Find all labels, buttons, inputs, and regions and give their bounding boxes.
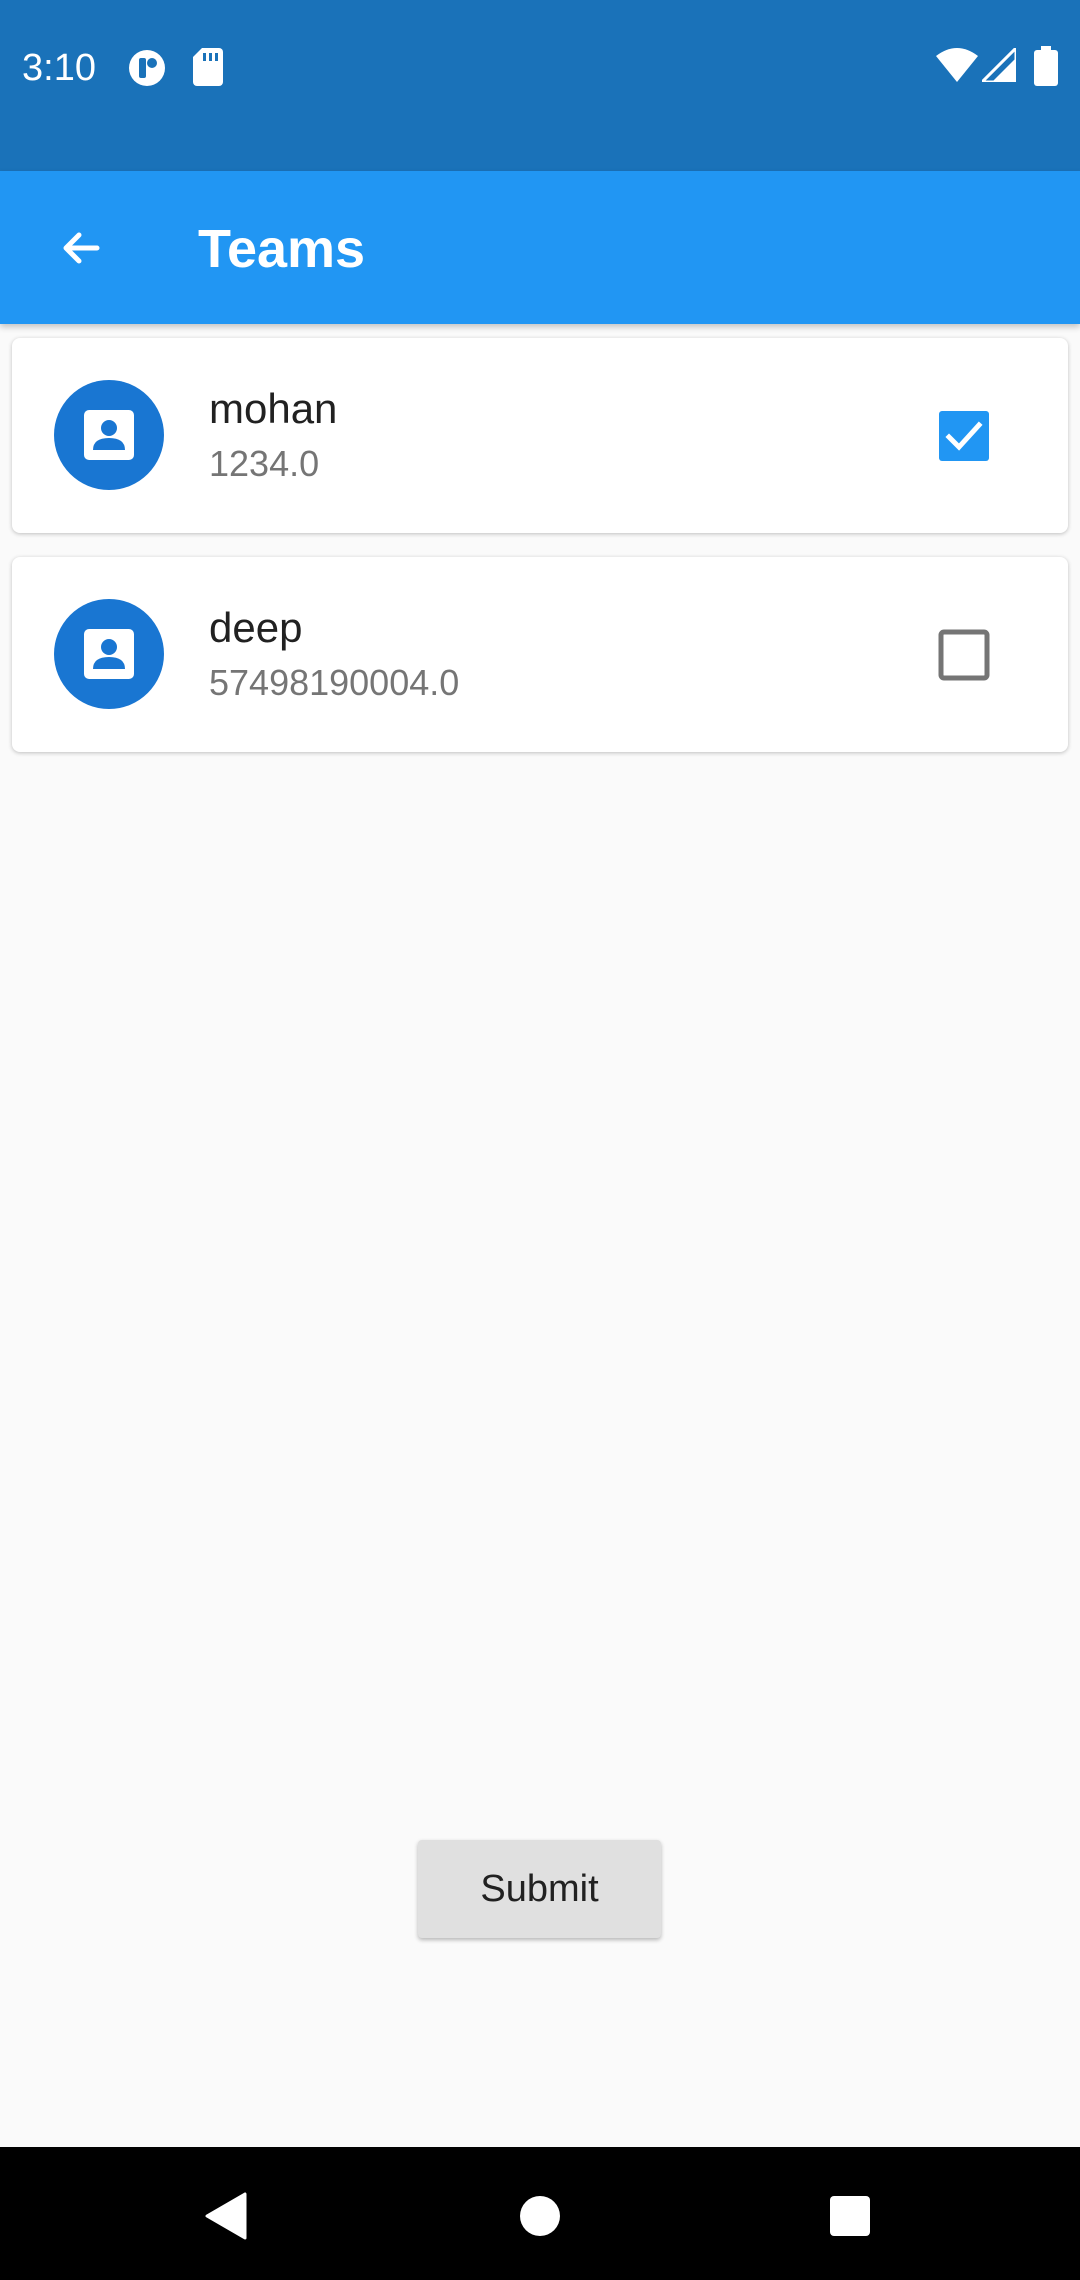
page-title: Teams xyxy=(198,219,366,279)
avatar xyxy=(54,380,164,490)
system-nav-bar xyxy=(0,2147,1080,2280)
team-card-deep[interactable]: deep 57498190004.0 xyxy=(12,557,1068,752)
team-number: 1234.0 xyxy=(209,443,320,484)
nav-back-triangle-icon xyxy=(205,2192,247,2240)
team-number: 57498190004.0 xyxy=(209,662,460,703)
team-card-mohan[interactable]: mohan 1234.0 xyxy=(12,338,1068,533)
team-checkbox-unchecked[interactable] xyxy=(934,625,994,685)
contact-card-icon xyxy=(84,629,134,679)
notification-app-icon xyxy=(129,50,165,86)
nav-back-button[interactable] xyxy=(180,2171,270,2261)
wifi-icon xyxy=(936,48,978,82)
back-button[interactable] xyxy=(36,203,126,293)
arrow-back-icon xyxy=(63,232,100,264)
nav-recents-square-icon xyxy=(830,2196,870,2236)
cell-signal-icon xyxy=(982,48,1016,82)
contact-card-icon xyxy=(84,410,134,460)
app-bar: Teams xyxy=(0,171,1080,324)
submit-button[interactable]: Submit xyxy=(418,1840,661,1938)
nav-home-button[interactable] xyxy=(495,2171,585,2261)
nav-home-circle-icon xyxy=(520,2196,560,2236)
avatar xyxy=(54,599,164,709)
battery-icon xyxy=(1034,46,1058,86)
checkbox-unchecked-icon xyxy=(938,629,990,681)
nav-recents-button[interactable] xyxy=(805,2171,895,2261)
status-bar: 3:10 xyxy=(0,0,1080,171)
status-time: 3:10 xyxy=(22,47,96,89)
checkbox-checked-icon xyxy=(939,411,989,461)
team-name: deep xyxy=(209,604,303,651)
team-name: mohan xyxy=(209,385,338,432)
sd-card-icon xyxy=(193,48,223,86)
team-checkbox-checked[interactable] xyxy=(934,406,994,466)
